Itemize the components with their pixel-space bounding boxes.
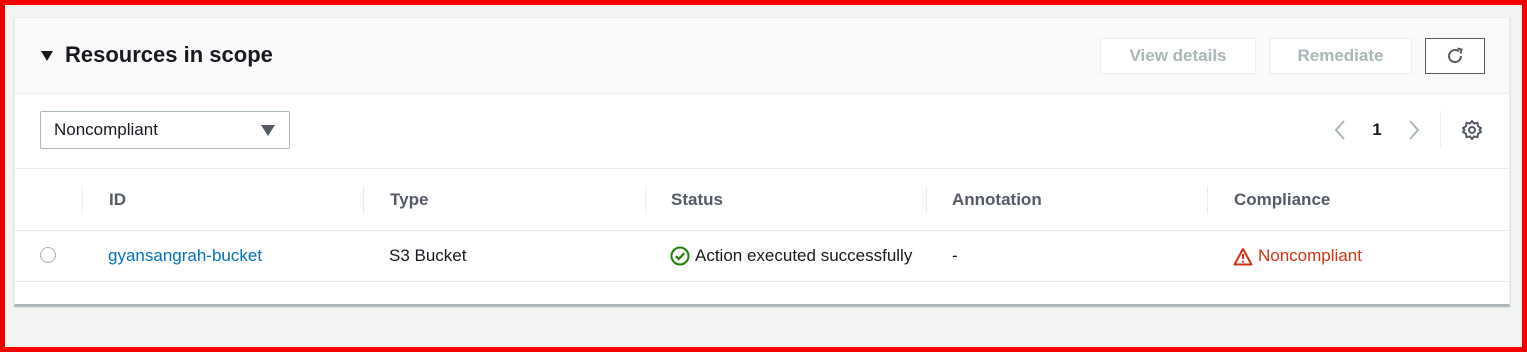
resource-status: Action executed successfully [670, 231, 912, 281]
compliance-filter-select[interactable]: Noncompliant [40, 111, 290, 149]
row-select-radio[interactable] [40, 247, 56, 263]
next-page-icon[interactable] [1407, 119, 1421, 141]
chevron-down-icon [261, 125, 275, 136]
resource-compliance: Noncompliant [1233, 231, 1362, 281]
table-header: ID Type Status Annotation Compliance [15, 169, 1509, 231]
table-row: gyansangrah-bucket S3 Bucket Action exec… [15, 231, 1509, 282]
column-header-status[interactable]: Status [671, 169, 723, 230]
gear-icon[interactable] [1461, 119, 1483, 141]
section-title: Resources in scope [65, 42, 273, 67]
column-divider [926, 186, 927, 214]
resource-type: S3 Bucket [389, 246, 467, 265]
warning-icon [1233, 247, 1253, 265]
current-page-number[interactable]: 1 [1370, 120, 1384, 140]
column-header-annotation[interactable]: Annotation [952, 169, 1042, 230]
column-divider [363, 186, 364, 214]
refresh-icon [1448, 47, 1463, 64]
column-divider [645, 186, 646, 214]
divider [1440, 111, 1441, 149]
previous-page-icon[interactable] [1333, 119, 1347, 141]
resources-in-scope-panel: Resources in scope View details Remediat… [14, 17, 1510, 306]
check-circle-icon [670, 246, 690, 266]
filter-bar: Noncompliant 1 [15, 94, 1509, 169]
column-header-id[interactable]: ID [109, 169, 126, 230]
column-header-compliance[interactable]: Compliance [1234, 169, 1330, 230]
view-details-button[interactable]: View details [1100, 38, 1256, 74]
column-divider [82, 186, 83, 214]
resource-id-link[interactable]: gyansangrah-bucket [108, 231, 262, 281]
refresh-button[interactable] [1425, 38, 1485, 74]
collapse-caret-icon[interactable] [41, 51, 53, 61]
column-divider [1207, 186, 1208, 214]
remediate-button[interactable]: Remediate [1269, 38, 1412, 74]
resource-annotation: - [952, 246, 958, 265]
status-text: Action executed successfully [695, 246, 913, 265]
column-header-type[interactable]: Type [390, 169, 428, 230]
compliance-text: Noncompliant [1258, 246, 1362, 265]
compliance-filter-value: Noncompliant [54, 120, 158, 139]
panel-header: Resources in scope View details Remediat… [15, 18, 1509, 94]
